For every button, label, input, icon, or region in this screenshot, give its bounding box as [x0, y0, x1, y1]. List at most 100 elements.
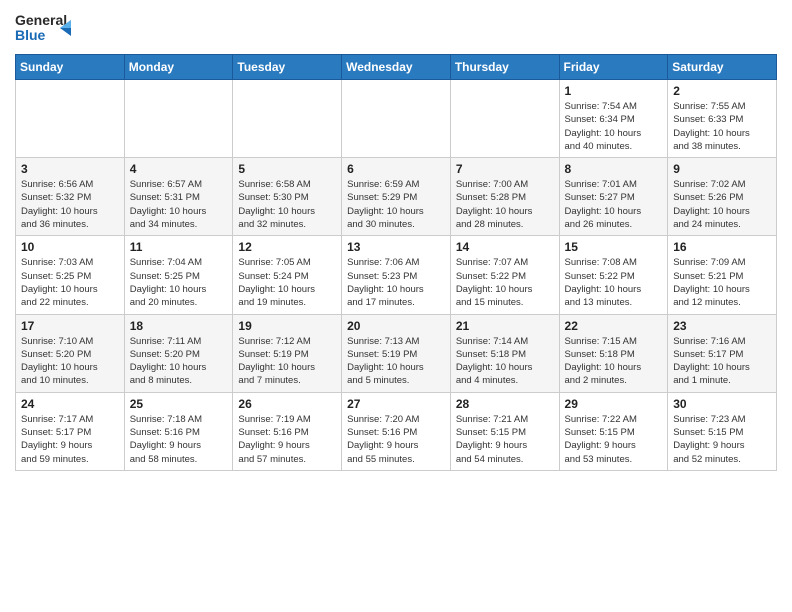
day-info: Sunrise: 7:18 AM Sunset: 5:16 PM Dayligh…	[130, 413, 228, 466]
day-number: 13	[347, 240, 445, 254]
calendar-cell: 13 Sunrise: 7:06 AM Sunset: 5:23 PM Dayli…	[342, 236, 451, 314]
calendar-cell: 29Sunrise: 7:22 AM Sunset: 5:15 PM Dayli…	[559, 392, 668, 470]
calendar-cell: 27Sunrise: 7:20 AM Sunset: 5:16 PM Dayli…	[342, 392, 451, 470]
day-number: 22	[565, 319, 663, 333]
day-info: Sunrise: 7:06 AM Sunset: 5:23 PM Dayligh…	[347, 256, 445, 309]
calendar-cell: 24 Sunrise: 7:17 AM Sunset: 5:17 PM Dayli…	[16, 392, 125, 470]
day-number: 12	[238, 240, 336, 254]
day-info: Sunrise: 7:04 AM Sunset: 5:25 PM Dayligh…	[130, 256, 228, 309]
calendar-cell	[233, 80, 342, 158]
calendar-cell: 11 Sunrise: 7:04 AM Sunset: 5:25 PM Dayli…	[124, 236, 233, 314]
calendar-header-friday: Friday	[559, 55, 668, 80]
calendar-week-3: 10 Sunrise: 7:03 AM Sunset: 5:25 PM Dayli…	[16, 236, 777, 314]
calendar-cell	[124, 80, 233, 158]
calendar-cell: 16Sunrise: 7:09 AM Sunset: 5:21 PM Dayli…	[668, 236, 777, 314]
day-number: 8	[565, 162, 663, 176]
calendar-week-5: 24 Sunrise: 7:17 AM Sunset: 5:17 PM Dayli…	[16, 392, 777, 470]
day-info: Sunrise: 7:05 AM Sunset: 5:24 PM Dayligh…	[238, 256, 336, 309]
day-info: Sunrise: 7:00 AM Sunset: 5:28 PM Dayligh…	[456, 178, 554, 231]
calendar-header-thursday: Thursday	[450, 55, 559, 80]
day-number: 21	[456, 319, 554, 333]
calendar-cell: 30 Sunrise: 7:23 AM Sunset: 5:15 PM Dayli…	[668, 392, 777, 470]
day-number: 30	[673, 397, 771, 411]
day-number: 4	[130, 162, 228, 176]
day-info: Sunrise: 6:58 AM Sunset: 5:30 PM Dayligh…	[238, 178, 336, 231]
day-number: 6	[347, 162, 445, 176]
calendar-header-row: SundayMondayTuesdayWednesdayThursdayFrid…	[16, 55, 777, 80]
calendar-header-tuesday: Tuesday	[233, 55, 342, 80]
day-number: 1	[565, 84, 663, 98]
day-number: 28	[456, 397, 554, 411]
day-info: Sunrise: 7:07 AM Sunset: 5:22 PM Dayligh…	[456, 256, 554, 309]
calendar-table: SundayMondayTuesdayWednesdayThursdayFrid…	[15, 54, 777, 471]
day-info: Sunrise: 7:02 AM Sunset: 5:26 PM Dayligh…	[673, 178, 771, 231]
calendar-cell: 8 Sunrise: 7:01 AM Sunset: 5:27 PM Daylig…	[559, 158, 668, 236]
day-info: Sunrise: 6:59 AM Sunset: 5:29 PM Dayligh…	[347, 178, 445, 231]
day-number: 23	[673, 319, 771, 333]
day-info: Sunrise: 7:09 AM Sunset: 5:21 PM Dayligh…	[673, 256, 771, 309]
day-info: Sunrise: 7:13 AM Sunset: 5:19 PM Dayligh…	[347, 335, 445, 388]
day-info: Sunrise: 7:54 AM Sunset: 6:34 PM Dayligh…	[565, 100, 663, 153]
calendar-cell: 28 Sunrise: 7:21 AM Sunset: 5:15 PM Dayli…	[450, 392, 559, 470]
day-info: Sunrise: 7:01 AM Sunset: 5:27 PM Dayligh…	[565, 178, 663, 231]
calendar-cell: 1 Sunrise: 7:54 AM Sunset: 6:34 PM Daylig…	[559, 80, 668, 158]
day-info: Sunrise: 7:21 AM Sunset: 5:15 PM Dayligh…	[456, 413, 554, 466]
calendar-cell: 14 Sunrise: 7:07 AM Sunset: 5:22 PM Dayli…	[450, 236, 559, 314]
day-number: 10	[21, 240, 119, 254]
day-info: Sunrise: 7:23 AM Sunset: 5:15 PM Dayligh…	[673, 413, 771, 466]
calendar-cell: 21Sunrise: 7:14 AM Sunset: 5:18 PM Dayli…	[450, 314, 559, 392]
calendar-cell: 25 Sunrise: 7:18 AM Sunset: 5:16 PM Dayli…	[124, 392, 233, 470]
day-number: 5	[238, 162, 336, 176]
calendar-header-monday: Monday	[124, 55, 233, 80]
calendar-header-saturday: Saturday	[668, 55, 777, 80]
calendar-cell: 12 Sunrise: 7:05 AM Sunset: 5:24 PM Dayli…	[233, 236, 342, 314]
calendar-cell: 23 Sunrise: 7:16 AM Sunset: 5:17 PM Dayli…	[668, 314, 777, 392]
day-number: 24	[21, 397, 119, 411]
calendar-week-2: 3 Sunrise: 6:56 AM Sunset: 5:32 PM Daylig…	[16, 158, 777, 236]
calendar-cell: 10 Sunrise: 7:03 AM Sunset: 5:25 PM Dayli…	[16, 236, 125, 314]
day-number: 14	[456, 240, 554, 254]
calendar-cell: 26 Sunrise: 7:19 AM Sunset: 5:16 PM Dayli…	[233, 392, 342, 470]
calendar-header-sunday: Sunday	[16, 55, 125, 80]
calendar-cell: 15Sunrise: 7:08 AM Sunset: 5:22 PM Dayli…	[559, 236, 668, 314]
day-info: Sunrise: 7:19 AM Sunset: 5:16 PM Dayligh…	[238, 413, 336, 466]
logo: GeneralBlue	[15, 10, 75, 46]
day-number: 26	[238, 397, 336, 411]
day-info: Sunrise: 7:55 AM Sunset: 6:33 PM Dayligh…	[673, 100, 771, 153]
calendar-cell: 18Sunrise: 7:11 AM Sunset: 5:20 PM Dayli…	[124, 314, 233, 392]
calendar-cell	[16, 80, 125, 158]
calendar-week-4: 17 Sunrise: 7:10 AM Sunset: 5:20 PM Dayli…	[16, 314, 777, 392]
day-info: Sunrise: 7:15 AM Sunset: 5:18 PM Dayligh…	[565, 335, 663, 388]
day-number: 17	[21, 319, 119, 333]
calendar-cell: 6 Sunrise: 6:59 AM Sunset: 5:29 PM Daylig…	[342, 158, 451, 236]
calendar-cell: 19Sunrise: 7:12 AM Sunset: 5:19 PM Dayli…	[233, 314, 342, 392]
day-info: Sunrise: 7:17 AM Sunset: 5:17 PM Dayligh…	[21, 413, 119, 466]
day-info: Sunrise: 7:03 AM Sunset: 5:25 PM Dayligh…	[21, 256, 119, 309]
calendar-cell: 17 Sunrise: 7:10 AM Sunset: 5:20 PM Dayli…	[16, 314, 125, 392]
svg-text:Blue: Blue	[15, 27, 46, 43]
calendar-cell: 2Sunrise: 7:55 AM Sunset: 6:33 PM Daylig…	[668, 80, 777, 158]
day-info: Sunrise: 7:12 AM Sunset: 5:19 PM Dayligh…	[238, 335, 336, 388]
day-info: Sunrise: 7:16 AM Sunset: 5:17 PM Dayligh…	[673, 335, 771, 388]
logo-svg: GeneralBlue	[15, 10, 75, 46]
day-info: Sunrise: 6:56 AM Sunset: 5:32 PM Dayligh…	[21, 178, 119, 231]
day-number: 11	[130, 240, 228, 254]
calendar-header-wednesday: Wednesday	[342, 55, 451, 80]
page-header: GeneralBlue	[15, 10, 777, 46]
calendar-cell	[450, 80, 559, 158]
day-number: 9	[673, 162, 771, 176]
calendar-cell: 7Sunrise: 7:00 AM Sunset: 5:28 PM Daylig…	[450, 158, 559, 236]
day-info: Sunrise: 7:10 AM Sunset: 5:20 PM Dayligh…	[21, 335, 119, 388]
day-number: 15	[565, 240, 663, 254]
day-info: Sunrise: 6:57 AM Sunset: 5:31 PM Dayligh…	[130, 178, 228, 231]
day-number: 3	[21, 162, 119, 176]
svg-text:General: General	[15, 12, 67, 28]
calendar-cell: 4 Sunrise: 6:57 AM Sunset: 5:31 PM Daylig…	[124, 158, 233, 236]
calendar-cell: 3 Sunrise: 6:56 AM Sunset: 5:32 PM Daylig…	[16, 158, 125, 236]
day-number: 25	[130, 397, 228, 411]
calendar-week-1: 1 Sunrise: 7:54 AM Sunset: 6:34 PM Daylig…	[16, 80, 777, 158]
calendar-cell: 5 Sunrise: 6:58 AM Sunset: 5:30 PM Daylig…	[233, 158, 342, 236]
day-info: Sunrise: 7:11 AM Sunset: 5:20 PM Dayligh…	[130, 335, 228, 388]
day-number: 20	[347, 319, 445, 333]
day-number: 29	[565, 397, 663, 411]
